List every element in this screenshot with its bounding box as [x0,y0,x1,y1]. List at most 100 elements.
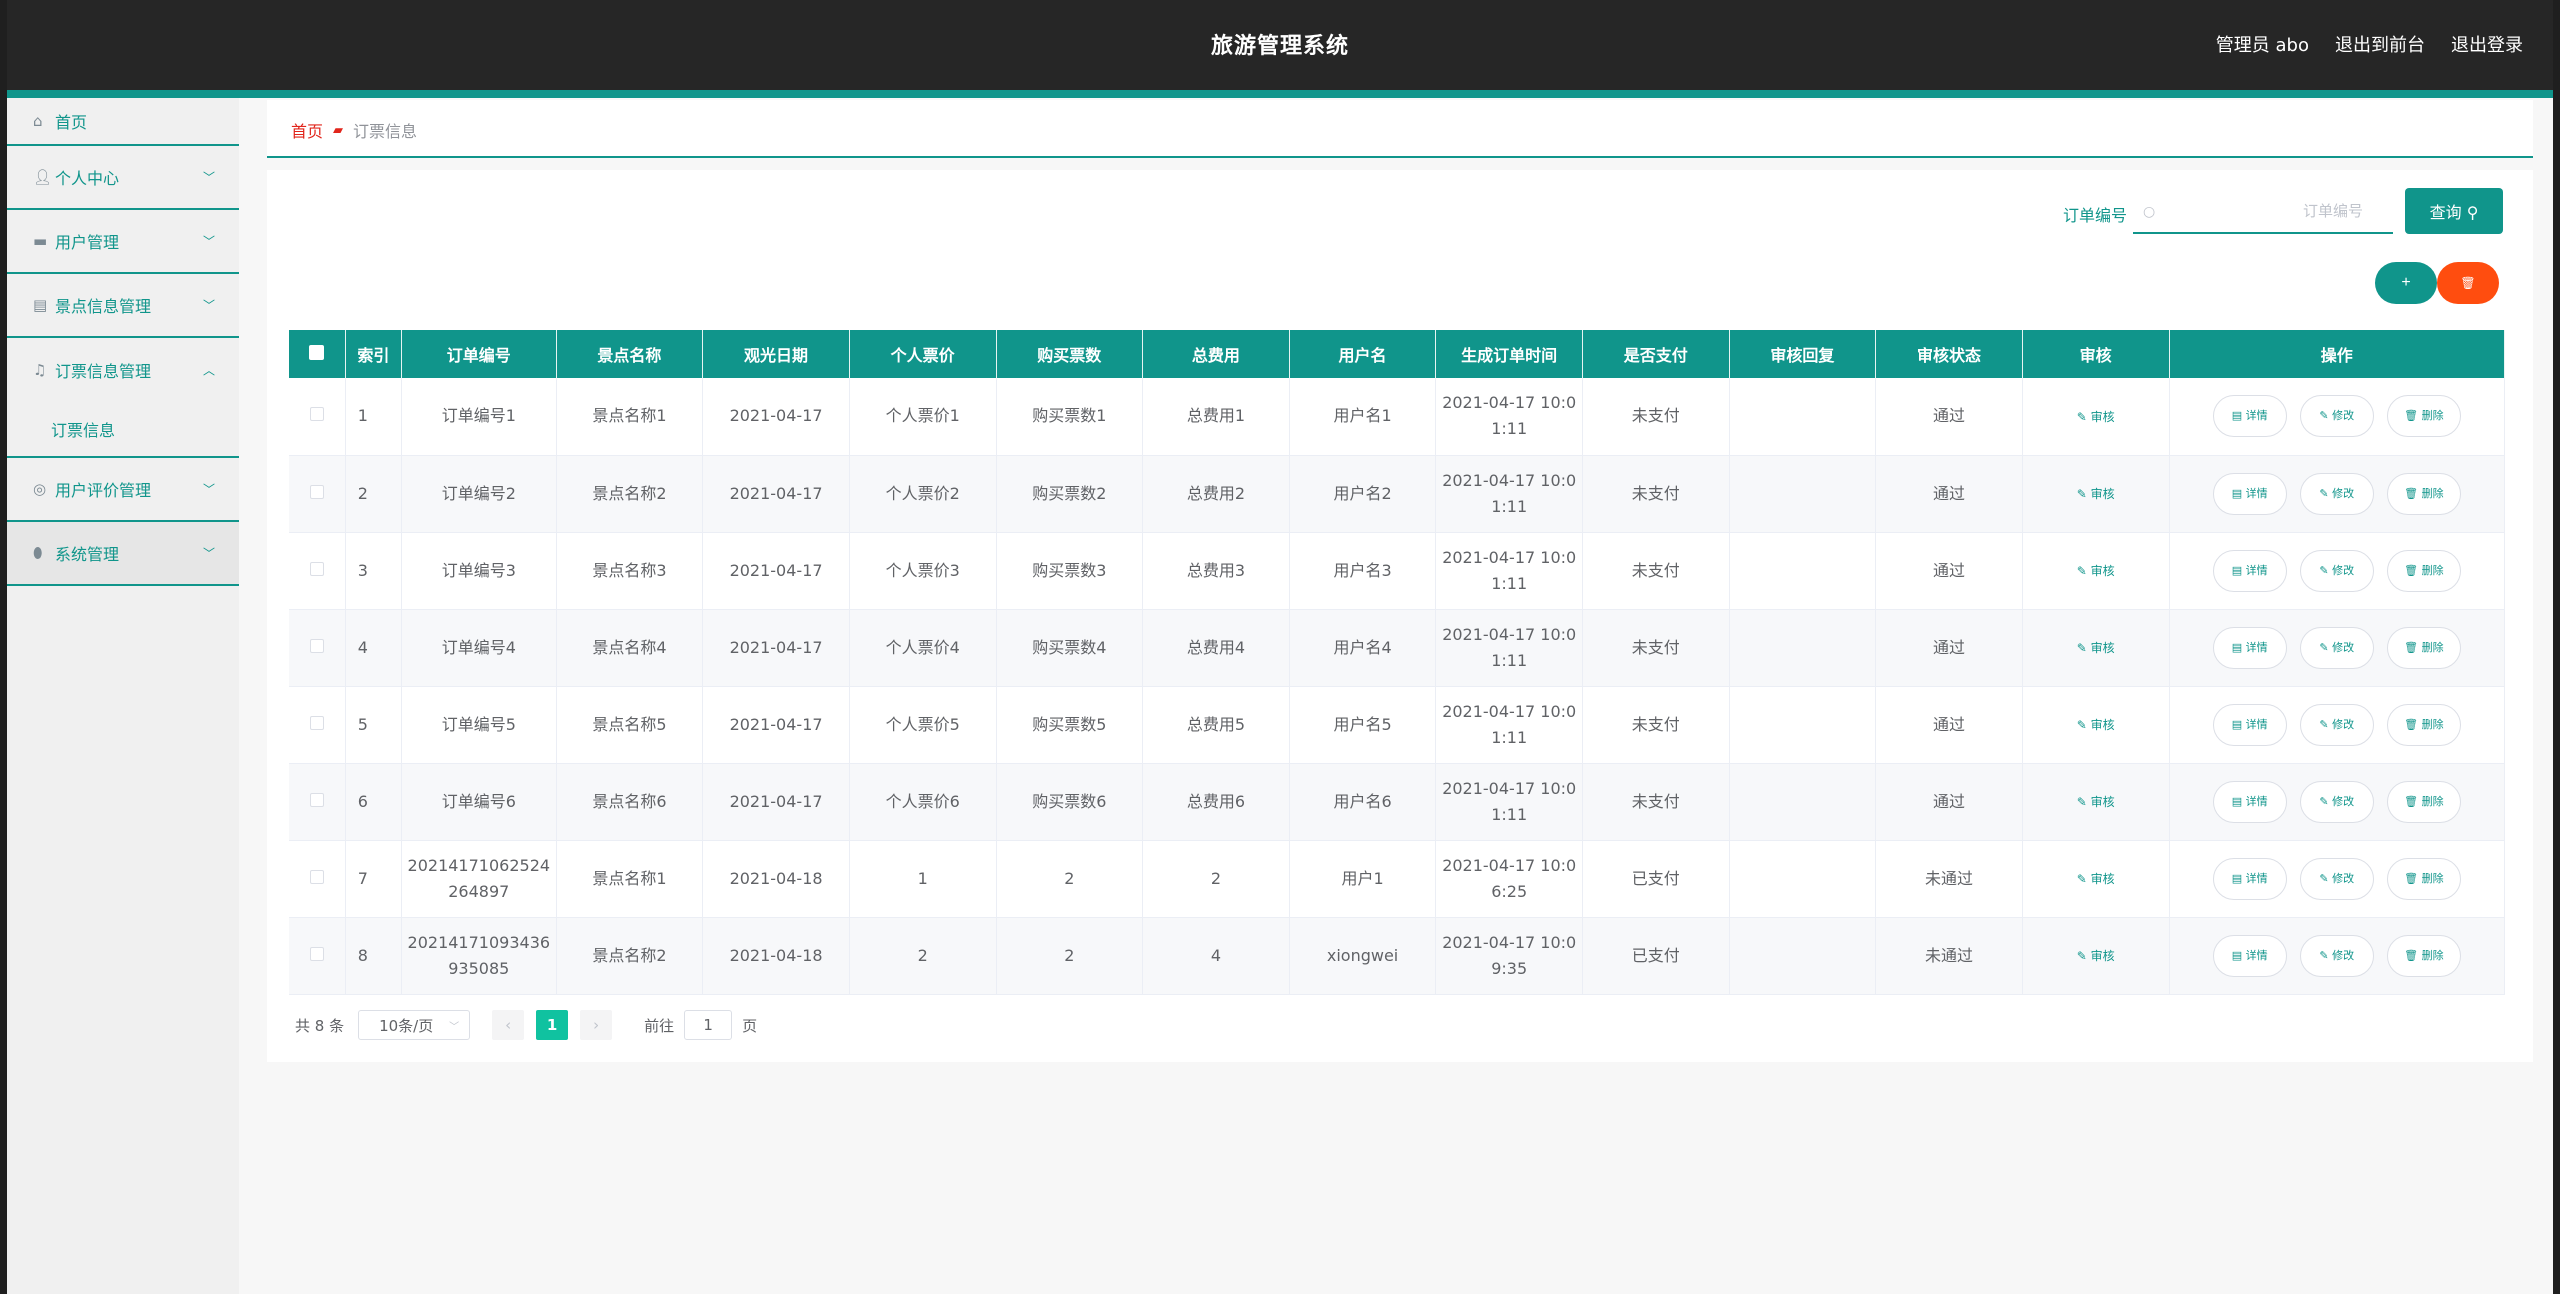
clipboard-icon: ▤ [33,296,48,314]
sidebar-item-label: 订票信息管理 [55,362,152,381]
delete-button[interactable]: 🗑︎ 删除 [2386,472,2461,515]
row-checkbox[interactable] [289,378,346,456]
review-link[interactable]: ✎ 审核 [2077,872,2115,886]
sidebar-item-label: 首页 [55,113,88,132]
review-label: 审核 [2090,795,2115,809]
delete-button[interactable]: 🗑︎ 删除 [2386,626,2461,669]
edit-label: 修改 [2332,486,2355,500]
review-link[interactable]: ✎ 审核 [2077,641,2115,655]
delete-button[interactable]: 🗑︎ 删除 [2386,857,2461,900]
review-link[interactable]: ✎ 审核 [2077,410,2115,424]
detail-button[interactable]: ▤ 详情 [2212,626,2287,669]
sidebar-item-review-management[interactable]: ◎ 用户评价管理 ﹀ [7,458,239,522]
breadcrumb-separator-icon: ▰ [333,122,344,138]
user-icon: 👤︎ [33,168,53,186]
edit-button[interactable]: ✎ 修改 [2299,934,2374,977]
sidebar-subitem-label: 订票信息 [51,421,116,440]
edit-button[interactable]: ✎ 修改 [2299,549,2374,592]
detail-button[interactable]: ▤ 详情 [2212,395,2287,438]
review-link[interactable]: ✎ 审核 [2077,564,2115,578]
edit-button[interactable]: ✎ 修改 [2299,703,2374,746]
detail-button[interactable]: ▤ 详情 [2212,549,2287,592]
select-all-checkbox[interactable] [289,330,346,378]
cell-order: 20214171093436935085 [401,917,557,995]
cell-order: 订单编号2 [401,455,557,533]
batch-delete-button[interactable]: 🗑 [2437,262,2499,304]
chevron-down-icon: ﹀ [202,298,215,313]
cell-total: 总费用1 [1142,378,1290,456]
row-checkbox[interactable] [289,609,346,687]
sidebar-item-user-management[interactable]: ▬ 用户管理 ﹀ [7,210,239,274]
query-button[interactable]: 查询 ⚲ [2405,188,2503,234]
delete-label: 删除 [2421,871,2444,885]
row-checkbox[interactable] [289,917,346,995]
delete-button[interactable]: 🗑︎ 删除 [2386,395,2461,438]
review-link[interactable]: ✎ 审核 [2077,718,2115,732]
table-row: 3 订单编号3 景点名称3 2021-04-17 个人票价3 购买票数3 总费用3 用户名3 2… [289,532,2505,610]
search-icon: ⚲ [2466,203,2479,222]
cell-spot: 景点名称1 [556,378,704,456]
sidebar-item-label: 个人中心 [55,169,120,188]
goto-page-input[interactable] [684,1010,733,1040]
logout-link[interactable]: 退出登录 [2451,31,2523,57]
row-checkbox[interactable] [289,763,346,841]
sidebar-item-home[interactable]: ⌂ 首页 [7,98,239,146]
cell-count: 购买票数3 [996,532,1144,610]
row-checkbox[interactable] [289,840,346,918]
detail-button[interactable]: ▤ 详情 [2212,857,2287,900]
edit-icon: ✎ [2319,717,2333,731]
detail-button[interactable]: ▤ 详情 [2212,780,2287,823]
cell-paid: 已支付 [1582,840,1730,918]
delete-button[interactable]: 🗑︎ 删除 [2386,549,2461,592]
review-label: 审核 [2090,564,2115,578]
cell-user: 用户名5 [1289,686,1437,764]
cell-user: xiongwei [1289,917,1437,995]
order-number-search-input[interactable] [2133,190,2393,234]
sidebar-item-ticket-management[interactable]: ♫ 订票信息管理 ︿ [7,338,239,402]
sidebar-item-system-management[interactable]: ⬮ 系统管理 ﹀ [7,522,239,586]
cell-paid: 未支付 [1582,455,1730,533]
edit-button[interactable]: ✎ 修改 [2299,395,2374,438]
row-checkbox[interactable] [289,455,346,533]
cell-review: ✎ 审核 [2022,455,2170,533]
admin-name: 管理员 abo [2215,35,2309,56]
sidebar-subitem-ticket-info[interactable]: 订票信息 [7,402,239,458]
breadcrumb-home[interactable]: 首页 [291,118,323,142]
delete-button[interactable]: 🗑︎ 删除 [2386,780,2461,823]
edit-button[interactable]: ✎ 修改 [2299,857,2374,900]
edit-button[interactable]: ✎ 修改 [2299,626,2374,669]
cell-status: 通过 [1875,686,2023,764]
cell-paid: 未支付 [1582,609,1730,687]
edit-button[interactable]: ✎ 修改 [2299,780,2374,823]
add-button[interactable]: + [2375,262,2437,304]
cell-count: 购买票数2 [996,455,1144,533]
cell-user: 用户名6 [1289,763,1437,841]
prev-page-button[interactable]: ‹ [492,1010,525,1040]
trash-icon: 🗑︎ [2404,948,2422,962]
next-page-button[interactable]: › [580,1010,613,1040]
review-link[interactable]: ✎ 审核 [2077,949,2115,963]
delete-button[interactable]: 🗑︎ 删除 [2386,703,2461,746]
detail-label: 详情 [2245,871,2268,885]
trash-icon: 🗑︎ [2404,871,2422,885]
review-link[interactable]: ✎ 审核 [2077,795,2115,809]
row-checkbox[interactable] [289,686,346,764]
review-link[interactable]: ✎ 审核 [2077,487,2115,501]
edit-icon: ✎ [2319,794,2333,808]
sidebar-item-personal-center[interactable]: 👤︎ 个人中心 ﹀ [7,146,239,210]
cell-count: 购买票数4 [996,609,1144,687]
page-number-current[interactable]: 1 [536,1010,569,1040]
back-to-front-link[interactable]: 退出到前台 [2335,31,2425,57]
edit-button[interactable]: ✎ 修改 [2299,472,2374,515]
detail-button[interactable]: ▤ 详情 [2212,934,2287,977]
delete-button[interactable]: 🗑︎ 删除 [2386,934,2461,977]
row-checkbox[interactable] [289,532,346,610]
cell-idx: 7 [345,840,402,918]
page-size-select[interactable]: 10条/页 ﹀ [358,1010,471,1040]
sidebar-item-spot-management[interactable]: ▤ 景点信息管理 ﹀ [7,274,239,338]
detail-button[interactable]: ▤ 详情 [2212,472,2287,515]
detail-button[interactable]: ▤ 详情 [2212,703,2287,746]
document-icon: ▤ [2231,640,2246,654]
cell-reply [1729,840,1877,918]
cell-date: 2021-04-17 [702,532,850,610]
